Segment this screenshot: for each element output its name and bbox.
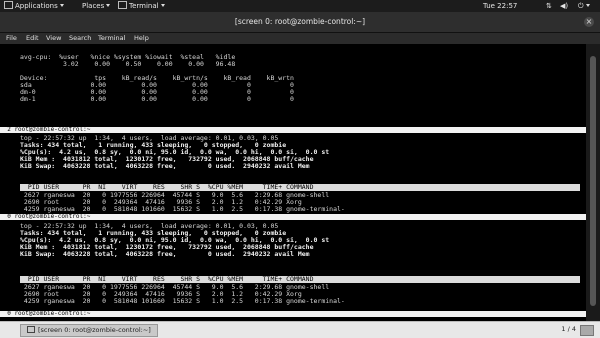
scrollbar-thumb[interactable] xyxy=(590,56,596,306)
chevron-down-icon xyxy=(106,4,111,7)
places-label: Places xyxy=(82,2,105,10)
taskbar-window-label: [screen 0: root@zombie-control:~] xyxy=(38,326,151,334)
applications-label: Applications xyxy=(15,2,58,10)
workspace-switcher[interactable] xyxy=(580,325,594,336)
top-swap-line: KiB Swap: 4063228 total, 4063228 free, 0… xyxy=(20,162,310,170)
workspace-indicator: 1 / 4 xyxy=(561,325,576,333)
volume-icon[interactable]: ◀) xyxy=(560,0,568,12)
close-icon: × xyxy=(585,17,593,26)
applications-menu[interactable]: Applications xyxy=(4,0,64,12)
menu-search[interactable]: Search xyxy=(69,33,91,44)
process-row: 4259 rganeswa 20 0 581048 101660 15632 S… xyxy=(20,297,345,305)
close-window-button[interactable]: × xyxy=(584,17,594,27)
terminal-icon xyxy=(27,326,35,333)
iostat-device-row: dm-1 0.00 0.00 0.00 0 0 xyxy=(20,95,294,103)
menu-bar: File Edit View Search Terminal Help xyxy=(0,33,600,44)
iostat-cpu-values: 3.02 0.00 0.50 0.00 0.00 96.48 xyxy=(20,60,236,68)
menu-view[interactable]: View xyxy=(46,33,61,44)
menu-file[interactable]: File xyxy=(6,33,17,44)
process-table-header: PID USER PR NI VIRT RES SHR S %CPU %MEM … xyxy=(20,184,580,191)
menu-help[interactable]: Help xyxy=(134,33,149,44)
chevron-down-icon xyxy=(59,4,64,7)
chevron-down-icon xyxy=(585,4,590,7)
top-swap-line: KiB Swap: 4063228 total, 4063228 free, 0… xyxy=(20,250,310,258)
network-icon[interactable]: ⇅ xyxy=(546,0,552,12)
applications-icon xyxy=(4,1,13,9)
chevron-down-icon xyxy=(160,4,165,7)
window-title: [screen 0: root@zombie-control:~] xyxy=(234,17,366,26)
screen-region-caption: 0 root@zombie-control:~ xyxy=(0,214,586,220)
app-menu[interactable]: Terminal xyxy=(118,0,165,12)
top-panel: Applications Places Terminal Tue 22:57 ⇅… xyxy=(0,0,600,12)
menu-edit[interactable]: Edit xyxy=(26,33,39,44)
clock[interactable]: Tue 22:57 xyxy=(483,0,517,12)
window-list-bar: [screen 0: root@zombie-control:~] 1 / 4 xyxy=(0,321,600,338)
app-menu-label: Terminal xyxy=(129,2,159,10)
terminal-scrollbar[interactable] xyxy=(586,44,600,321)
power-icon[interactable]: ⏻ xyxy=(578,0,590,12)
terminal-output[interactable]: avg-cpu: %user %nice %system %iowait %st… xyxy=(0,44,586,321)
screen-region-caption: 2 root@zombie-control:~ xyxy=(0,127,586,133)
taskbar-window-button[interactable]: [screen 0: root@zombie-control:~] xyxy=(20,324,158,337)
process-table-header: PID USER PR NI VIRT RES SHR S %CPU %MEM … xyxy=(20,276,580,283)
menu-terminal[interactable]: Terminal xyxy=(98,33,125,44)
process-row: 4259 rganeswa 20 0 581048 101660 15632 S… xyxy=(20,205,345,213)
terminal-icon xyxy=(118,1,127,9)
window-titlebar[interactable]: [screen 0: root@zombie-control:~] × xyxy=(0,12,600,33)
places-menu[interactable]: Places xyxy=(82,0,111,12)
screen-region-caption: 0 root@zombie-control:~ xyxy=(0,311,586,317)
